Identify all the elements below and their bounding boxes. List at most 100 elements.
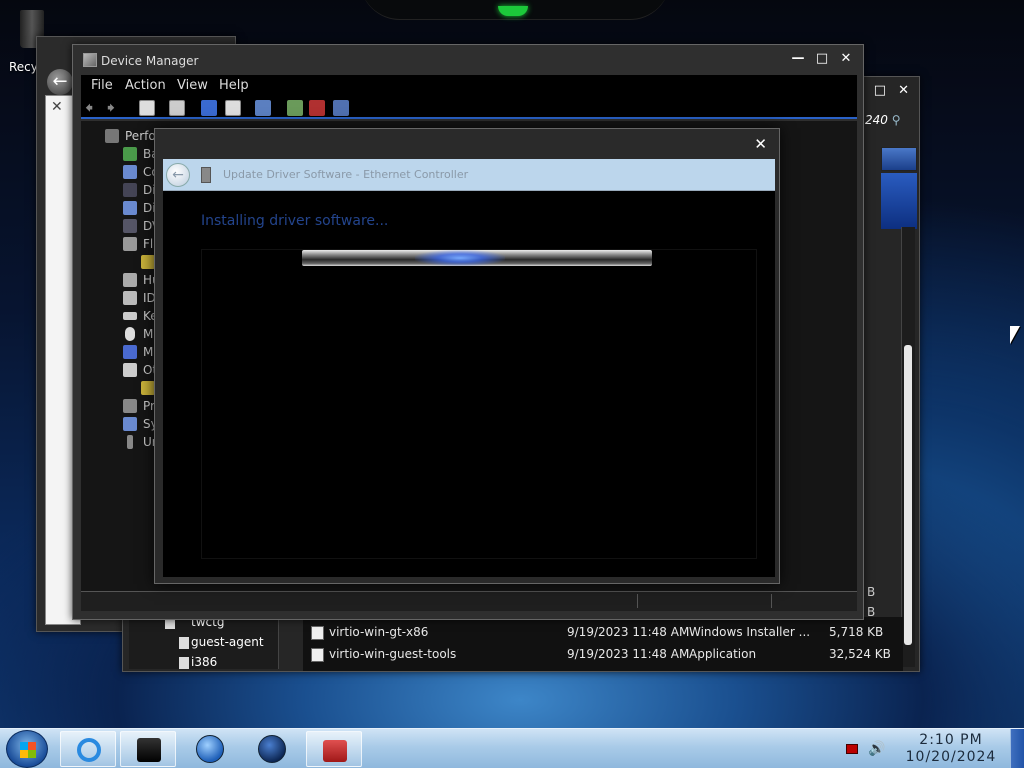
menu-file[interactable]: File xyxy=(91,78,113,93)
close-button[interactable]: ✕ xyxy=(754,135,767,153)
warning-device-icon xyxy=(141,255,155,269)
internet-explorer-icon xyxy=(77,738,101,762)
file-date: 9/19/2023 11:48 AM xyxy=(567,647,690,661)
taskbar: 🔊 2:10 PM 10/20/2024 xyxy=(0,728,1024,768)
navigation-tree[interactable]: twctg guest-agent i386 xyxy=(129,613,279,669)
folder-icon xyxy=(179,657,189,669)
clock-time[interactable]: 2:10 PM xyxy=(898,732,1004,748)
folder-icon xyxy=(137,738,161,762)
file-name: virtio-win-gt-x86 xyxy=(329,625,429,639)
display-icon xyxy=(123,201,137,215)
dialog-header: ← Update Driver Software - Ethernet Cont… xyxy=(163,159,775,191)
installer-file-icon xyxy=(311,626,324,640)
file-type: Windows Installer ... xyxy=(689,625,811,639)
list-item[interactable]: virtio-win-guest-tools 9/19/2023 11:48 A… xyxy=(303,645,903,665)
dialog-body: Installing driver software... xyxy=(163,191,775,577)
minimize-button[interactable]: — xyxy=(789,51,807,66)
file-size: 32,524 KB xyxy=(829,647,891,661)
tree-root[interactable]: Perfo xyxy=(125,129,156,143)
show-hide-tree-icon[interactable] xyxy=(169,100,185,116)
properties-icon[interactable] xyxy=(139,100,155,116)
dvd-icon xyxy=(123,219,137,233)
media-player-icon xyxy=(196,735,224,763)
vertical-scrollbar[interactable] xyxy=(901,227,915,667)
ide-icon xyxy=(123,291,137,305)
hid-icon xyxy=(123,273,137,287)
view-button[interactable] xyxy=(881,147,917,171)
other-devices-icon xyxy=(123,363,137,377)
tree-item[interactable]: guest-agent xyxy=(191,635,264,649)
status-divider xyxy=(637,594,638,608)
tree-node[interactable]: M xyxy=(143,327,153,341)
clock-date[interactable]: 10/20/2024 xyxy=(898,749,1004,765)
keyboard-icon xyxy=(123,312,137,320)
usb-icon xyxy=(127,435,133,449)
help-icon[interactable] xyxy=(201,100,217,116)
search-icon[interactable]: ⚲ xyxy=(892,113,901,127)
preview-pane-header xyxy=(881,173,917,229)
window-title: Device Manager xyxy=(101,54,199,68)
view-icon[interactable] xyxy=(225,100,241,116)
globe-icon xyxy=(258,735,286,763)
menu-help[interactable]: Help xyxy=(219,78,249,93)
close-button[interactable]: ✕ xyxy=(898,83,909,98)
taskbar-internet-explorer[interactable] xyxy=(60,731,116,767)
application-file-icon xyxy=(311,648,324,662)
maximize-button[interactable]: □ xyxy=(813,51,831,66)
device-manager-icon xyxy=(83,53,97,67)
mouse-icon xyxy=(125,327,135,341)
menu-bar: File Action View Help xyxy=(81,75,857,97)
search-box-text[interactable]: 240 ⚲ xyxy=(865,113,915,135)
close-button[interactable]: ✕ xyxy=(837,51,855,66)
progress-panel xyxy=(201,249,757,559)
taskbar-globe-app[interactable] xyxy=(256,733,290,765)
processor-icon xyxy=(123,399,137,413)
toolbar: 🠸 🠺 xyxy=(81,97,857,119)
list-item[interactable]: virtio-win-gt-x86 9/19/2023 11:48 AM Win… xyxy=(303,623,903,643)
tree-item[interactable]: i386 xyxy=(191,655,217,667)
status-divider xyxy=(771,594,772,608)
close-icon[interactable]: ✕ xyxy=(51,99,63,115)
start-button[interactable] xyxy=(6,730,48,768)
file-type: Application xyxy=(689,647,757,661)
back-arrow-icon[interactable]: ← xyxy=(166,163,190,187)
scrollbar-thumb[interactable] xyxy=(904,345,912,645)
recycle-bin-label: Recy xyxy=(9,60,38,74)
network-adapter-icon xyxy=(201,167,211,183)
computer-icon xyxy=(105,129,119,143)
progress-bar xyxy=(302,250,652,266)
scan-hardware-icon[interactable] xyxy=(255,100,271,116)
update-driver-dialog[interactable]: ✕ ← Update Driver Software - Ethernet Co… xyxy=(154,128,780,584)
menu-view[interactable]: View xyxy=(177,78,208,93)
mouse-cursor-icon xyxy=(1010,326,1020,344)
monitor-icon xyxy=(123,345,137,359)
back-icon[interactable]: 🠸 xyxy=(85,97,101,117)
show-desktop-button[interactable] xyxy=(1010,729,1024,768)
taskbar-toolbox[interactable] xyxy=(306,731,362,767)
disk-icon xyxy=(123,183,137,197)
battery-icon xyxy=(123,147,137,161)
taskbar-media-player[interactable] xyxy=(194,733,228,765)
dialog-title: Update Driver Software - Ethernet Contro… xyxy=(223,168,469,181)
file-date: 9/19/2023 11:48 AM xyxy=(567,625,690,639)
maximize-button[interactable]: □ xyxy=(874,83,886,98)
tray-notification-icon[interactable] xyxy=(846,744,858,754)
enable-device-icon[interactable] xyxy=(333,100,349,116)
menu-action[interactable]: Action xyxy=(125,78,166,93)
volume-icon[interactable]: 🔊 xyxy=(868,741,885,757)
size-fragment: B xyxy=(867,585,876,599)
system-icon xyxy=(123,417,137,431)
computer-icon xyxy=(123,165,137,179)
uninstall-icon[interactable] xyxy=(309,100,325,116)
toolbox-icon xyxy=(323,740,347,762)
windows-logo-icon xyxy=(20,742,36,758)
tree-node[interactable]: M xyxy=(143,345,153,359)
back-arrow-icon[interactable]: ← xyxy=(47,69,73,95)
update-driver-icon[interactable] xyxy=(287,100,303,116)
status-bar xyxy=(81,591,857,611)
tree-node[interactable]: Fl xyxy=(143,237,153,251)
file-list[interactable]: virtio-win-gt-x86 9/19/2023 11:48 AM Win… xyxy=(303,617,903,671)
folder-icon xyxy=(179,637,189,649)
forward-icon[interactable]: 🠺 xyxy=(107,97,123,117)
taskbar-explorer[interactable] xyxy=(120,731,176,767)
